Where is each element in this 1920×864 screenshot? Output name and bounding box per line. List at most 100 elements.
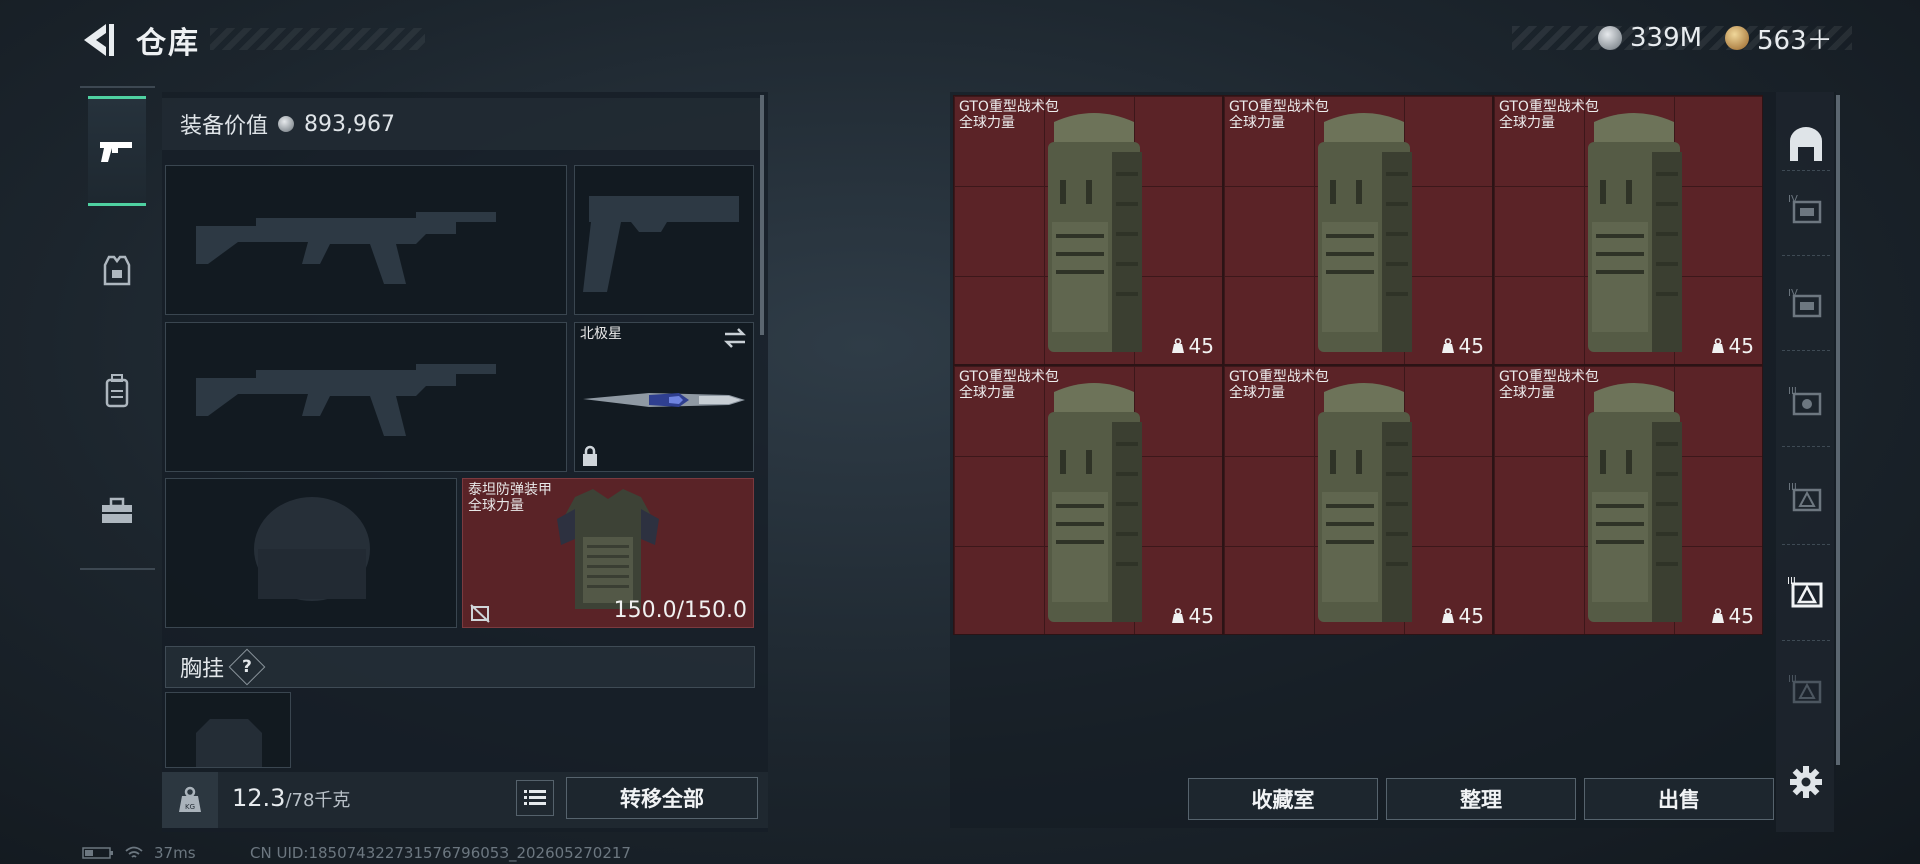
weight-readout: 12.3/78千克 <box>232 784 350 812</box>
tab-separator <box>1782 544 1830 545</box>
helmet-slot[interactable] <box>165 478 457 628</box>
gold-coin-icon <box>1725 26 1749 50</box>
tab-separator <box>1782 640 1830 641</box>
item-sub: 全球力量 <box>959 115 1015 131</box>
user-uid: CN UID:18507432273157679605З_20260527021… <box>250 844 631 862</box>
rail-item-backpack[interactable] <box>88 336 146 446</box>
svg-text:KG: KG <box>185 803 195 811</box>
no-repair-icon <box>470 604 490 623</box>
storage-tab-3[interactable]: IV <box>1782 278 1830 326</box>
back-button[interactable] <box>80 20 116 60</box>
backpack-image <box>1318 383 1412 622</box>
item-weight: 45 <box>1441 604 1484 628</box>
item-name: GTO重型战术包 <box>1499 369 1599 385</box>
tab-separator <box>1782 170 1830 171</box>
storage-item[interactable]: GTO重型战术包 全球力量 45 <box>1223 365 1493 635</box>
list-icon <box>524 790 546 805</box>
container-tier-iii-icon: III <box>1788 482 1822 512</box>
rail-item-armor[interactable] <box>88 216 146 326</box>
container-tier-iii-icon: III <box>1787 576 1823 608</box>
tab-separator <box>1782 255 1830 256</box>
weight-max: /78千克 <box>285 790 351 811</box>
weight-icon <box>1441 608 1454 623</box>
list-view-button[interactable] <box>516 780 554 816</box>
pistol-slot[interactable] <box>574 165 754 315</box>
rail-item-toolbox[interactable] <box>88 456 146 566</box>
help-button[interactable]: ? <box>228 648 266 686</box>
storage-tab-2[interactable]: IV <box>1782 184 1830 232</box>
item-name: GTO重型战术包 <box>1499 99 1599 115</box>
melee-slot[interactable]: 北极星 <box>574 322 754 472</box>
ping-value: 37ms <box>154 844 196 862</box>
container-tier-iii-icon: III <box>1788 386 1822 416</box>
secondary-weapon-slot[interactable] <box>165 322 567 472</box>
storage-tab-6-active[interactable]: III <box>1782 568 1830 616</box>
item-name: GTO重型战术包 <box>1229 99 1329 115</box>
container-tier-iii-icon: III <box>1788 674 1822 704</box>
item-weight-value: 45 <box>1188 334 1214 358</box>
chest-rig-slot[interactable] <box>165 692 291 768</box>
storage-item[interactable]: GTO重型战术包 全球力量 45 <box>1223 95 1493 365</box>
storage-item[interactable]: GTO重型战术包 全球力量 45 <box>953 95 1223 365</box>
storage-tab-main[interactable] <box>1782 120 1830 168</box>
help-icon: ? <box>242 657 252 677</box>
silver-coin-icon <box>1598 26 1622 50</box>
gear-icon <box>1790 766 1822 798</box>
wifi-icon <box>125 846 143 858</box>
item-weight: 45 <box>1711 334 1754 358</box>
armor-slot[interactable]: 泰坦防弹装甲 全球力量 150.0/150.0 <box>462 478 754 628</box>
equipment-value-label: 装备价值 <box>180 114 269 139</box>
silver-coin-icon <box>278 116 295 132</box>
storage-tab-7[interactable]: III <box>1782 664 1830 712</box>
pistol-silhouette-icon <box>583 196 739 292</box>
backpack-image <box>1588 383 1682 622</box>
storage-item[interactable]: GTO重型战术包 全球力量 45 <box>1493 365 1763 635</box>
battery-icon <box>82 847 113 859</box>
weight-icon: KG <box>179 786 201 812</box>
sort-button[interactable]: 整理 <box>1386 778 1576 820</box>
equipment-value-row: 装备价值 893,967 <box>162 98 760 150</box>
equipment-value: 893,967 <box>304 111 395 137</box>
storage-scrollbar[interactable] <box>1836 95 1840 765</box>
backpack-image <box>1048 113 1142 352</box>
page-title: 仓库 <box>136 26 200 61</box>
item-weight: 45 <box>1171 604 1214 628</box>
primary-weapon-slot[interactable] <box>165 165 567 315</box>
item-sub: 全球力量 <box>1499 385 1555 401</box>
item-name: GTO重型战术包 <box>959 369 1059 385</box>
vault-button[interactable]: 收藏室 <box>1188 778 1378 820</box>
storage-item[interactable]: GTO重型战术包 全球力量 45 <box>1493 95 1763 365</box>
backpack-icon <box>105 374 129 408</box>
weight-icon <box>1711 608 1724 623</box>
currency-gold[interactable]: 563＋ <box>1725 22 1833 56</box>
melee-name: 北极星 <box>580 326 622 342</box>
equipment-scrollbar[interactable] <box>760 95 764 335</box>
item-weight-value: 45 <box>1728 604 1754 628</box>
armor-durability: 150.0/150.0 <box>613 598 747 623</box>
rail-item-weapons[interactable] <box>88 96 146 206</box>
swap-icon[interactable] <box>721 327 749 349</box>
item-weight-value: 45 <box>1458 334 1484 358</box>
svg-text:III: III <box>1788 482 1797 493</box>
storage-item[interactable]: GTO重型战术包 全球力量 45 <box>953 365 1223 635</box>
tab-separator <box>1782 350 1830 351</box>
item-weight: 45 <box>1171 334 1214 358</box>
transfer-all-button[interactable]: 转移全部 <box>566 777 758 819</box>
back-arrow-icon <box>84 24 114 56</box>
container-tier-iv-icon: IV <box>1788 288 1822 318</box>
storage-tab-4[interactable]: III <box>1782 376 1830 424</box>
container-tier-iv-icon: IV <box>1788 194 1822 224</box>
toolbox-icon <box>102 497 132 523</box>
item-sub: 全球力量 <box>1499 115 1555 131</box>
lock-icon <box>583 445 597 466</box>
item-name: GTO重型战术包 <box>959 99 1059 115</box>
item-sub: 全球力量 <box>1229 385 1285 401</box>
currency-silver[interactable]: 339M <box>1598 22 1702 54</box>
backpack-image <box>1588 113 1682 352</box>
warehouse-icon <box>1790 127 1822 161</box>
backpack-image <box>1048 383 1142 622</box>
settings-button[interactable] <box>1782 758 1830 806</box>
storage-tab-5[interactable]: III <box>1782 472 1830 520</box>
weight-icon <box>1171 608 1184 623</box>
sell-button[interactable]: 出售 <box>1584 778 1774 820</box>
